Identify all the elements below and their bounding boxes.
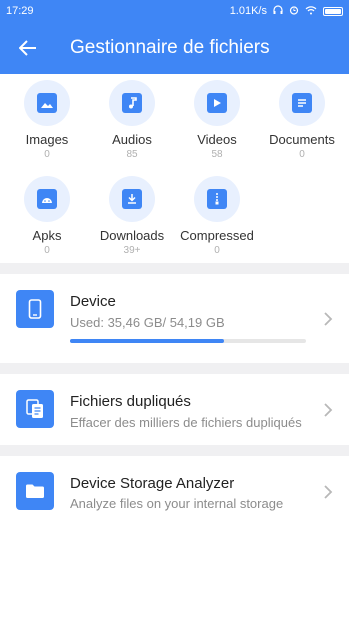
folder-icon (16, 472, 54, 510)
category-count: 0 (44, 245, 50, 256)
category-label: Videos (197, 132, 237, 147)
analyzer-description: Analyze files on your internal storage (70, 496, 284, 511)
alarm-icon (289, 5, 299, 18)
category-count: 0 (44, 149, 50, 160)
arrow-back-icon (19, 40, 36, 56)
category-images[interactable]: Images 0 (7, 80, 87, 160)
device-storage-row[interactable]: Device Used: 35,46 GB/ 54,19 GB (0, 274, 349, 363)
duplicates-name: Fichiers dupliqués (70, 393, 191, 410)
play-icon (207, 93, 227, 113)
document-icon (292, 93, 312, 113)
category-videos[interactable]: Videos 58 (177, 80, 257, 160)
category-count: 58 (211, 149, 223, 160)
headphones-icon (273, 4, 283, 18)
phone-icon (16, 290, 54, 328)
device-name: Device (70, 293, 116, 310)
status-time: 17:29 (6, 5, 34, 17)
category-count: 39+ (123, 245, 141, 256)
status-icons: 1.01K/s (229, 4, 343, 18)
duplicate-files-row[interactable]: Fichiers dupliqués Effacer des milliers … (0, 374, 349, 445)
chevron-right-icon (324, 485, 333, 499)
category-downloads[interactable]: Downloads 39+ (92, 176, 172, 256)
chevron-right-icon (324, 403, 333, 417)
image-icon (37, 93, 57, 113)
android-icon (37, 189, 57, 209)
category-label: Compressed (180, 228, 254, 243)
category-label: Downloads (99, 228, 165, 243)
category-label: Apks (32, 228, 62, 243)
app-bar: Gestionnaire de fichiers (0, 22, 349, 74)
duplicates-description: Effacer des milliers de fichiers dupliqu… (70, 415, 302, 430)
category-documents[interactable]: Documents 0 (262, 80, 342, 160)
category-label: Documents (269, 132, 335, 147)
category-label: Audios (112, 132, 152, 147)
storage-progress-bar (70, 339, 306, 343)
category-compressed[interactable]: Compressed 0 (177, 176, 257, 256)
page-title: Gestionnaire de fichiers (70, 37, 270, 58)
storage-progress-fill (70, 339, 225, 343)
category-grid: Images 0 Audios 85 Videos 58 Documents 0 (0, 74, 349, 262)
category-apks[interactable]: Apks 0 (7, 176, 87, 256)
section-divider (0, 263, 349, 274)
category-audios[interactable]: Audios 85 (92, 80, 172, 160)
wifi-icon (305, 5, 317, 18)
section-divider (0, 445, 349, 456)
chevron-right-icon (324, 312, 333, 326)
analyzer-name: Device Storage Analyzer (70, 475, 235, 492)
network-speed: 1.01K/s (229, 5, 267, 17)
copy-files-icon (16, 390, 54, 428)
download-icon (122, 189, 142, 209)
back-button[interactable] (0, 22, 56, 74)
category-count: 0 (299, 149, 305, 160)
status-bar: 17:29 1.01K/s (0, 0, 349, 22)
category-label: Images (25, 132, 69, 147)
zip-icon (207, 189, 227, 209)
category-count: 0 (214, 245, 220, 256)
battery-icon (323, 6, 343, 16)
music-note-icon (122, 93, 142, 113)
category-count: 85 (126, 149, 138, 160)
storage-analyzer-row[interactable]: Device Storage Analyzer Analyze files on… (0, 456, 349, 527)
section-divider (0, 363, 349, 374)
device-usage: Used: 35,46 GB/ 54,19 GB (70, 315, 225, 330)
